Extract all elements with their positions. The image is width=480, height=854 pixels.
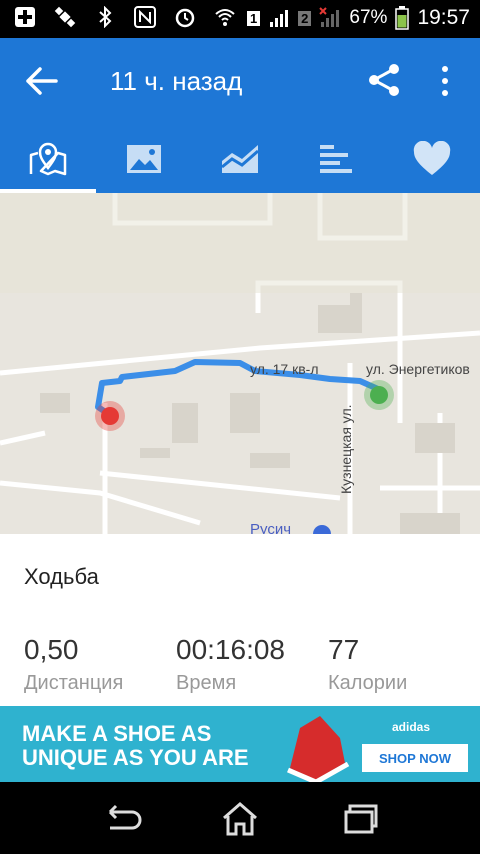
poi-label-rusich: Русич xyxy=(250,521,292,534)
photo-icon xyxy=(127,144,161,173)
stat-label: Дистанция xyxy=(24,672,124,694)
tab-photos[interactable] xyxy=(96,124,192,193)
shoe-image xyxy=(287,716,350,782)
start-marker xyxy=(370,386,388,404)
alarm-icon xyxy=(175,8,195,28)
back-arrow-icon[interactable] xyxy=(24,64,60,98)
bars-icon xyxy=(320,144,352,173)
activity-type: Ходьба xyxy=(24,564,99,589)
stat-value: 77 xyxy=(328,634,360,665)
sim2-badge: 2 xyxy=(298,10,312,26)
stat-time: 00:16:08 Время xyxy=(176,634,285,695)
status-bar: 1 2 67% 19:57 xyxy=(0,0,480,38)
ad-headline: MAKE A SHOE AS UNIQUE AS YOU ARE xyxy=(22,722,249,770)
signal-icon xyxy=(270,10,289,27)
chart-area-icon xyxy=(221,144,259,173)
satellite-icon xyxy=(54,6,76,28)
tab-stats[interactable] xyxy=(288,124,384,193)
signal-no-data-icon xyxy=(319,7,340,27)
battery-percent: 67% xyxy=(349,7,388,28)
more-vert-icon[interactable] xyxy=(432,64,458,98)
street-label-energetikov: ул. Энергетиков xyxy=(366,361,470,377)
heart-icon xyxy=(413,140,451,175)
tab-health[interactable] xyxy=(384,124,480,193)
street-label-17kvl: ул. 17 кв-л xyxy=(250,361,319,377)
stat-value: 00:16:08 xyxy=(176,634,285,665)
stat-label: Время xyxy=(176,672,237,694)
ad-line-1: MAKE A SHOE AS xyxy=(22,721,212,746)
plus-badge-icon xyxy=(15,7,35,27)
wifi-icon xyxy=(215,9,235,26)
tab-bar xyxy=(0,124,480,193)
ad-brand: adidas xyxy=(392,720,431,734)
end-marker xyxy=(101,407,119,425)
sim1-badge: 1 xyxy=(246,10,261,26)
clock-time: 19:57 xyxy=(417,6,470,29)
app-bar: 11 ч. назад xyxy=(0,38,480,124)
ad-line-2: UNIQUE AS YOU ARE xyxy=(22,745,249,770)
route-map[interactable]: ул. 17 кв-л ул. Энергетиков Кузнецкая ул… xyxy=(0,193,480,534)
page-title: 11 ч. назад xyxy=(110,66,243,96)
nfc-icon xyxy=(134,6,156,28)
tab-chart[interactable] xyxy=(192,124,288,193)
bluetooth-icon xyxy=(99,6,112,28)
system-nav-bar xyxy=(0,782,480,854)
stat-value: 0,50 xyxy=(24,634,79,665)
recents-nav-icon[interactable] xyxy=(336,796,384,840)
tab-map[interactable] xyxy=(0,124,96,193)
activity-summary: Ходьба 0,50 Дистанция 00:16:08 Время 77 … xyxy=(0,534,480,706)
street-label-kuznetskaya: Кузнецкая ул. xyxy=(338,404,354,494)
share-icon[interactable] xyxy=(366,62,402,98)
stat-distance: 0,50 Дистанция xyxy=(24,634,123,695)
map-pin-icon xyxy=(29,142,67,175)
stat-label: Калории xyxy=(328,672,408,694)
battery-icon xyxy=(395,6,410,30)
stat-calories: 77 Калории xyxy=(328,634,407,695)
ad-banner[interactable]: MAKE A SHOE AS UNIQUE AS YOU ARE adidas … xyxy=(0,706,480,782)
shop-now-button[interactable]: SHOP NOW xyxy=(362,744,468,772)
back-nav-icon[interactable] xyxy=(96,796,144,840)
home-nav-icon[interactable] xyxy=(216,796,264,840)
